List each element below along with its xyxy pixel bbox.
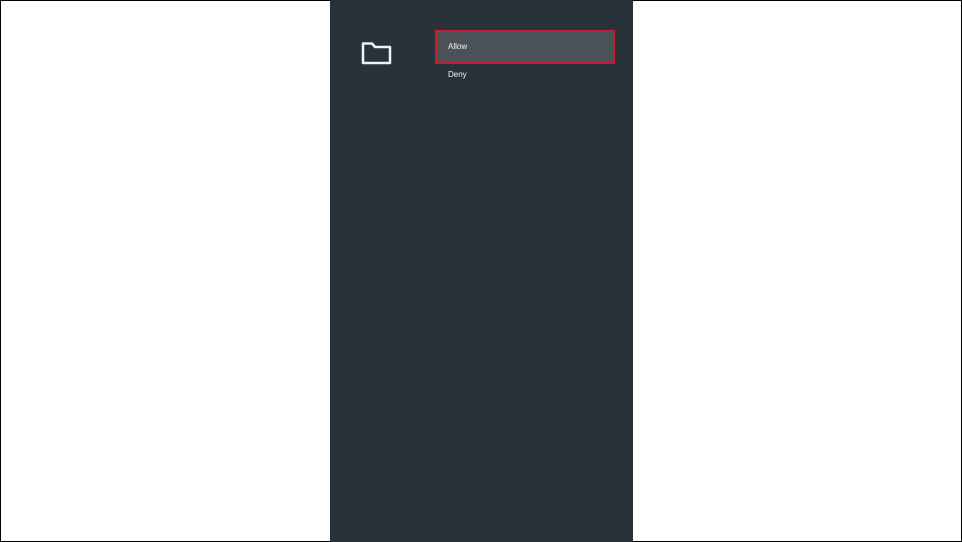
allow-option-label: Allow	[448, 42, 468, 51]
folder-icon	[361, 40, 392, 66]
deny-option[interactable]: Deny	[435, 58, 615, 92]
permission-options: Allow Deny	[435, 30, 615, 92]
permission-dialog-panel: Allow Deny	[330, 0, 633, 542]
deny-option-label: Deny	[448, 70, 467, 79]
